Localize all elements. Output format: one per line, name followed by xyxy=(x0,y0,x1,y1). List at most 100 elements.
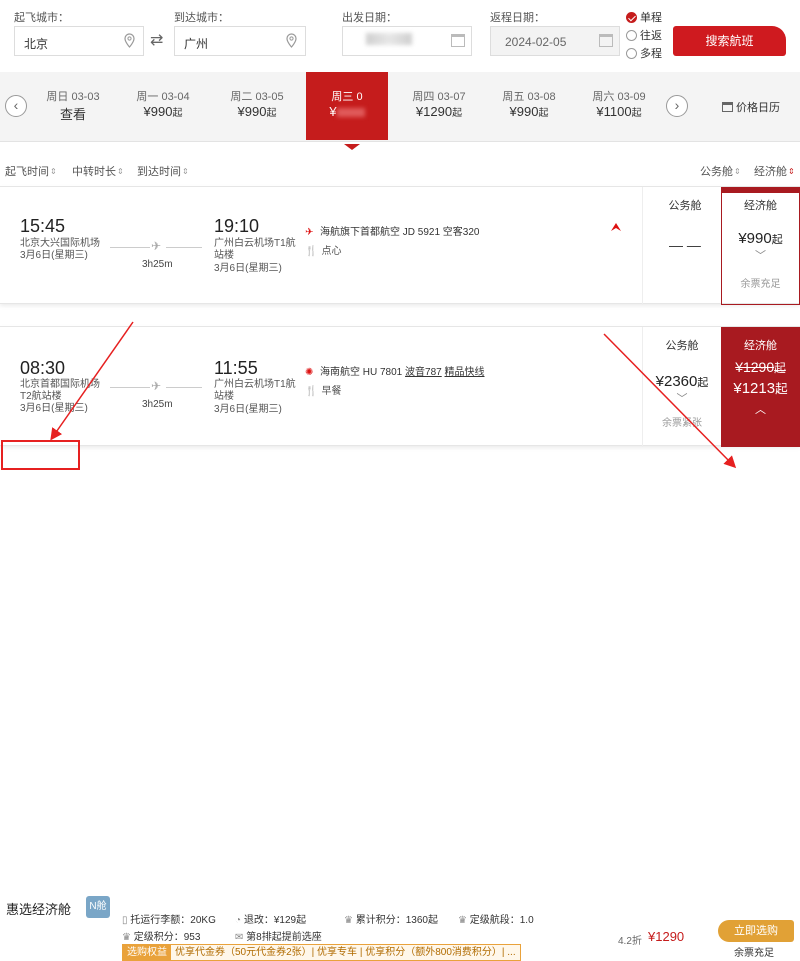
trip-oneway-radio[interactable]: 单程 xyxy=(626,9,686,24)
meal-icon: 🍴 xyxy=(305,246,318,257)
sort-transfer[interactable]: 中转时长⇕ xyxy=(72,163,124,179)
airplane-icon: ✈ xyxy=(151,239,162,253)
date-price: ¥990起 xyxy=(509,104,549,119)
trip-roundtrip-label: 往返 xyxy=(640,30,662,42)
return-date-value: 2024-02-05 xyxy=(505,35,567,49)
meal-info: 🍴 早餐 xyxy=(305,386,342,397)
business-price: ¥2360起 xyxy=(655,373,709,390)
flight-duration: 3h25m xyxy=(142,259,173,270)
aircraft-link[interactable]: 波音787 xyxy=(405,367,442,378)
date-tab-0307[interactable]: 周四 03-07 ¥1290起 xyxy=(394,72,484,142)
arrive-time: 19:10 xyxy=(214,216,260,236)
trip-oneway-label: 单程 xyxy=(640,12,662,24)
flight-duration: 3h25m xyxy=(142,399,173,410)
expand-chevron-icon[interactable]: ﹀ xyxy=(646,390,718,406)
route-line xyxy=(110,387,150,388)
search-bar: 起飞城市： 北京 ⇄ 到达城市： 广州 出发日期： 返程日期： 2024-02-… xyxy=(0,0,800,72)
refund-info[interactable]: ◔ 退改：¥129起 xyxy=(235,911,306,926)
stock-note: 余票充足 xyxy=(740,279,781,290)
sort-depart-time[interactable]: 起飞时间⇕ xyxy=(5,163,57,179)
arrive-airport: 广州白云机场T1航 站楼 xyxy=(214,379,296,402)
depart-date: 3月6日(星期三) xyxy=(20,403,88,414)
sort-business[interactable]: 公务舱⇕ xyxy=(700,163,741,179)
date-price: ¥1290起 xyxy=(415,104,463,119)
from-city-value: 北京 xyxy=(24,37,49,51)
redacted-date xyxy=(366,33,412,45)
from-city-input[interactable]: 北京 xyxy=(14,26,144,56)
cabin-title: 经济舱 xyxy=(744,200,777,212)
date-price: ¥1100起 xyxy=(596,104,642,119)
economy-new-price: ¥1213起 xyxy=(733,380,788,397)
flight-card[interactable]: 15:45 北京大兴国际机场 3月6日(星期三) ✈ 3h25m 19:10 广… xyxy=(0,186,800,305)
flight-card[interactable]: 08:30 北京首都国际机场 T2航站楼 3月6日(星期三) ✈ 3h25m 11… xyxy=(0,326,800,447)
location-pin-icon xyxy=(124,33,135,48)
return-label: 返程日期： xyxy=(490,12,545,24)
depart-airport: 北京首都国际机场 T2航站楼 xyxy=(20,379,100,402)
sort-arrows-icon: ⇕ xyxy=(117,167,124,176)
collapse-chevron-icon[interactable]: ︿ xyxy=(721,401,800,417)
depart-airport: 北京大兴国际机场 xyxy=(20,238,100,249)
date-label: 周一 03-04 xyxy=(136,91,190,103)
route-line xyxy=(110,247,150,248)
next-week-button[interactable]: › xyxy=(666,95,688,117)
trip-multi-label: 多程 xyxy=(640,48,662,60)
location-pin-icon xyxy=(286,33,297,48)
date-price: 查看 xyxy=(59,107,86,122)
segment-info: ♛ 定级航段：1.0 xyxy=(458,915,534,926)
promo-benefits[interactable]: 选购权益 优享代金券（50元代金券2张）| 优享专车 | 优享积分（额外800消费… xyxy=(122,944,521,961)
radio-icon xyxy=(626,30,637,41)
search-flights-button[interactable]: 搜索航班 xyxy=(673,26,786,56)
prev-week-button[interactable]: ‹ xyxy=(5,95,27,117)
sort-arrive-time[interactable]: 到达时间⇕ xyxy=(137,163,189,179)
airline-info: ✺ 海南航空 HU 7801 波音787 精品快线 xyxy=(305,367,485,378)
economy-cabin[interactable]: 经济舱 ¥990起 ﹀ 余票充足 xyxy=(721,187,800,305)
date-tab-0303[interactable]: 周日 03-03 查看 xyxy=(28,72,118,142)
seat-info: ✉ 第8排起提前选座 xyxy=(235,932,322,943)
sort-bar: 起飞时间⇕ 中转时长⇕ 到达时间⇕ 公务舱⇕ 经济舱⇕ xyxy=(0,156,800,184)
product-price: ¥1290 xyxy=(648,929,685,944)
expand-chevron-icon[interactable]: ﹀ xyxy=(722,247,799,263)
date-tab-0305[interactable]: 周二 03-05 ¥990起 xyxy=(212,72,302,142)
date-tab-0309[interactable]: 周六 03-09 ¥1100起 xyxy=(574,72,664,142)
date-price: ¥990起 xyxy=(237,104,277,119)
price-calendar-link[interactable]: 价格日历 xyxy=(722,99,780,115)
date-tab-0308[interactable]: 周五 03-08 ¥990起 xyxy=(484,72,574,142)
discount-label: 4.2折 xyxy=(618,936,642,947)
buy-now-button[interactable]: 立即选购 xyxy=(718,920,794,942)
calendar-icon xyxy=(451,34,465,47)
calendar-icon xyxy=(599,34,613,47)
sort-economy[interactable]: 经济舱⇕ xyxy=(754,163,795,179)
date-tab-0304[interactable]: 周一 03-04 ¥990起 xyxy=(118,72,208,142)
stock-note: 余票紧张 xyxy=(662,418,702,429)
luggage-icon: ▯ xyxy=(122,915,128,926)
airline-logo-icon: ✈ xyxy=(305,227,314,238)
arrive-time: 11:55 xyxy=(214,358,258,378)
cabin-title: 经济舱 xyxy=(744,340,777,352)
stock-note: 余票充足 xyxy=(734,948,774,959)
business-price: — — xyxy=(669,237,701,253)
promo-text: 优享代金券（50元代金券2张）| 优享专车 | 优享积分（额外800消费积分）|… xyxy=(175,947,516,958)
date-label: 周六 03-09 xyxy=(592,91,646,103)
premium-route-tag[interactable]: 精品快线 xyxy=(445,367,485,378)
depart-time: 08:30 xyxy=(20,358,66,378)
business-cabin[interactable]: 公务舱 — — xyxy=(648,197,722,253)
swap-cities-icon[interactable]: ⇄ xyxy=(150,30,163,50)
return-date-input[interactable]: 2024-02-05 xyxy=(490,26,620,56)
sort-arrows-icon: ⇕ xyxy=(788,167,795,176)
date-label: 周三 0 xyxy=(331,91,363,103)
sort-arrows-icon: ⇕ xyxy=(182,167,189,176)
promo-tag: 选购权益 xyxy=(123,945,171,960)
economy-price: ¥990起 xyxy=(738,230,783,247)
date-tab-selected[interactable]: 周三 0 ¥ xyxy=(306,72,388,150)
price-calendar-label: 价格日历 xyxy=(736,102,780,114)
economy-cabin-selected[interactable]: 经济舱 ¥1290起 ¥1213起 ︿ xyxy=(721,327,800,447)
date-label: 周四 03-07 xyxy=(412,91,466,103)
business-cabin[interactable]: 公务舱 ¥2360起 ﹀ 余票紧张 xyxy=(646,337,718,429)
grade-points-info: ♛ 定级积分：953 xyxy=(122,932,201,943)
baggage-info: ▯ 托运行李额：20KG xyxy=(122,915,216,926)
hainan-logo-icon: ✺ xyxy=(305,367,314,378)
to-label: 到达城市： xyxy=(174,12,229,24)
date-label: 周二 03-05 xyxy=(230,91,284,103)
seat-icon: ✉ xyxy=(235,932,244,943)
to-city-input[interactable]: 广州 xyxy=(174,26,306,56)
